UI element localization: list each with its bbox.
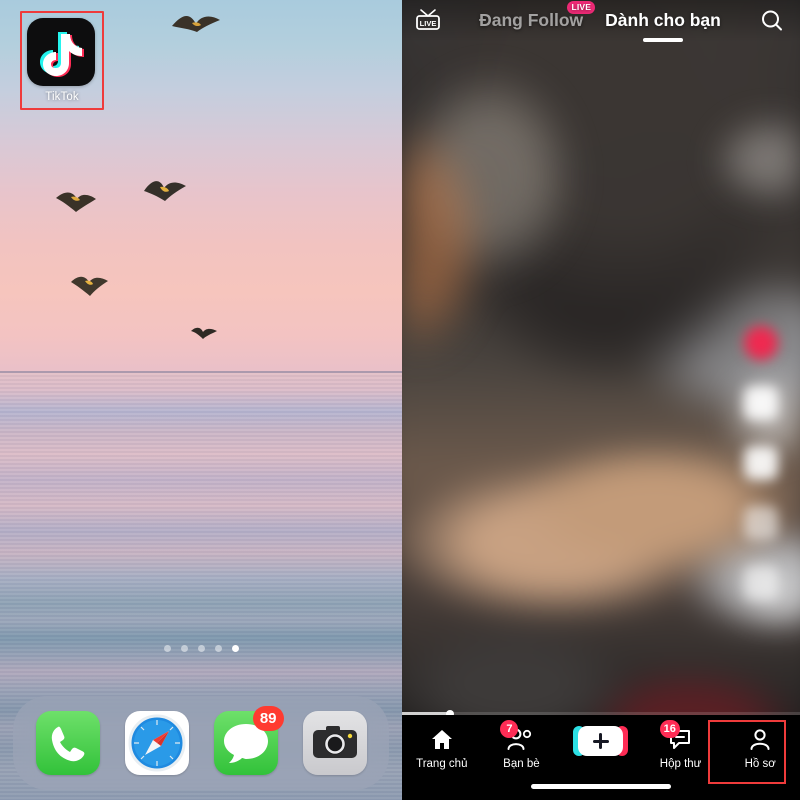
tab-live-badge: LIVE (567, 0, 596, 14)
hop-thu-badge: 16 (659, 720, 680, 738)
bird-icon (142, 178, 188, 208)
share-icon[interactable] (744, 506, 778, 540)
camera-icon[interactable] (302, 711, 367, 775)
music-disc-icon[interactable] (744, 566, 778, 600)
bird-icon (190, 325, 218, 341)
messages-badge: 89 (252, 706, 284, 731)
dock-app-safari[interactable] (124, 711, 189, 775)
tab-dang-follow-label: Đang Follow (479, 9, 584, 30)
home-icon[interactable] (430, 726, 454, 752)
home-indicator (531, 784, 671, 789)
nav-label-hop-thu: Hộp thư (659, 758, 702, 770)
bird-icon (55, 188, 97, 216)
bookmark-icon[interactable] (744, 446, 778, 480)
create-plus-icon[interactable] (573, 726, 629, 756)
page-dot-1[interactable] (163, 645, 171, 652)
search-icon[interactable] (755, 8, 789, 34)
create-button[interactable] (573, 726, 629, 756)
nav-item-hop-thu[interactable]: 16 Hộp thư (645, 720, 717, 770)
page-dot-5[interactable] (231, 645, 239, 652)
nav-label-trang-chu: Trang chủ (416, 758, 468, 770)
nav-label-ban-be: Bạn bè (503, 758, 540, 770)
comment-icon[interactable] (744, 386, 778, 420)
safari-icon[interactable] (124, 711, 189, 775)
tab-dang-follow[interactable]: Đang Follow LIVE (479, 0, 596, 33)
nav-item-create[interactable] (565, 726, 637, 756)
page-dot-3[interactable] (197, 645, 205, 652)
video-action-rail[interactable] (736, 326, 786, 600)
nav-item-ban-be[interactable]: 7 Bạn bè (485, 720, 557, 770)
tiktok-top-bar: LIVE Đang Follow LIVE Dành cho bạn (402, 0, 800, 42)
tab-danh-cho-ban[interactable]: Dành cho bạn (605, 9, 721, 42)
profile-highlight-box (708, 720, 786, 784)
page-indicator[interactable] (0, 645, 402, 652)
dock-app-messages[interactable]: 89 (213, 706, 284, 775)
page-dot-2[interactable] (180, 645, 188, 652)
nav-item-trang-chu[interactable]: Trang chủ (406, 726, 478, 770)
dock-app-phone[interactable] (35, 711, 100, 775)
ios-home-screen: TikTok 89 (0, 0, 402, 800)
screenshot-root: TikTok 89 LIVE Đang Follow LIVE Dành cho… (0, 0, 800, 800)
tiktok-feed-tabs: Đang Follow LIVE Dành cho bạn (445, 0, 755, 42)
tab-danh-cho-ban-label: Dành cho bạn (605, 9, 721, 30)
phone-icon[interactable] (35, 711, 100, 775)
bird-icon (170, 10, 222, 44)
ios-dock: 89 (13, 696, 389, 790)
active-tab-underline (643, 38, 683, 42)
dock-app-camera[interactable] (302, 711, 367, 775)
heart-icon[interactable] (744, 326, 778, 360)
svg-text:LIVE: LIVE (420, 19, 437, 28)
bird-icon (70, 272, 110, 300)
tiktok-app-screen: LIVE Đang Follow LIVE Dành cho bạn Trang… (402, 0, 800, 800)
tiktok-highlight-box (20, 11, 104, 110)
live-tv-icon[interactable]: LIVE (411, 8, 445, 34)
page-dot-4[interactable] (214, 645, 222, 652)
